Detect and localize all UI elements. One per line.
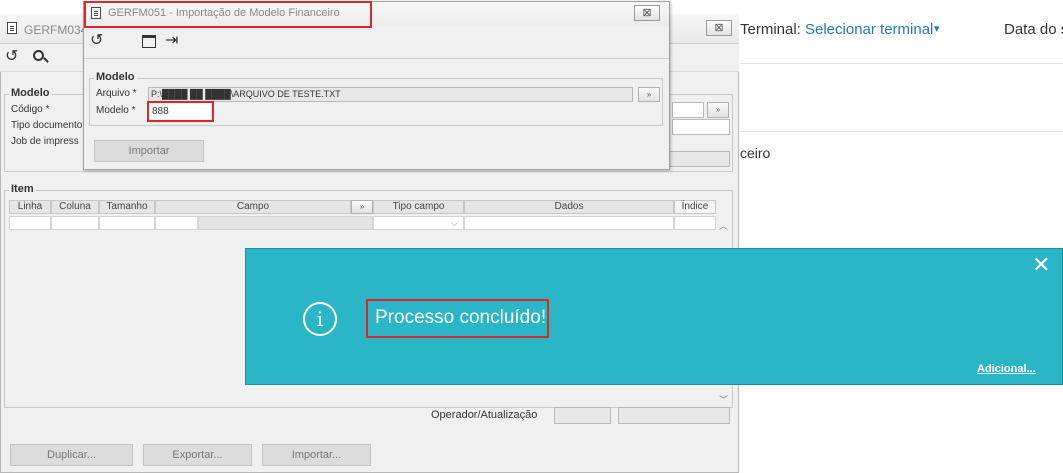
close-icon[interactable]: ✕ [1032,252,1050,278]
cell-dados[interactable] [464,216,674,230]
arquivo-lookup-button[interactable]: » [638,87,660,102]
search-icon[interactable] [33,50,44,61]
chevron-down-icon[interactable]: ⌵ [451,218,458,229]
title-highlight [84,1,372,28]
gerfm034-close-button[interactable]: ⊠ [706,20,732,36]
column-header-campo[interactable]: Campo [155,200,351,214]
info-icon: i [303,302,337,336]
importar-back-button[interactable]: Importar... [262,444,371,466]
exit-icon[interactable]: ⇥ [165,30,178,50]
column-header-coluna[interactable]: Coluna [51,200,99,214]
codigo-label: Código * [11,104,50,115]
select-terminal-link[interactable]: Selecionar terminal [805,21,933,38]
tipo-documento-label: Tipo documento [11,120,83,131]
item-group-label: Item [9,183,36,195]
column-header-tipo-campo[interactable]: Tipo campo [373,200,464,214]
column-header-tamanho[interactable]: Tamanho [99,200,155,214]
modelo-label: Modelo * [96,105,136,116]
divider [84,58,669,59]
codigo-lookup-button[interactable]: » [707,102,729,118]
calendar-icon[interactable] [142,35,156,48]
cell-linha[interactable] [9,216,51,230]
scroll-down-icon[interactable]: ﹀ [719,393,728,406]
column-header-dados[interactable]: Dados [464,200,674,214]
codigo-field[interactable] [672,102,704,118]
cell-indice[interactable] [674,216,716,230]
operador-atualizacao-label: Operador/Atualização [431,409,538,421]
duplicar-button[interactable]: Duplicar... [10,444,133,466]
operador-field [554,407,611,424]
chevron-down-icon[interactable]: ▾ [934,22,940,35]
message-highlight [366,299,549,338]
gerfm051-close-button[interactable]: ⊠ [634,5,660,21]
refresh-icon[interactable]: ↺ [5,46,18,66]
modelo-group-label: Modelo [9,87,52,99]
column-header-linha[interactable]: Linha [9,200,51,214]
gerfm034-title: GERFM034 [24,23,88,37]
tipo-documento-field[interactable] [672,119,730,135]
terminal-label: Terminal: [740,21,801,38]
cell-campo-code[interactable] [155,216,198,230]
page-breadcrumb-text: ceiro [740,145,771,161]
job-impressao-field [665,151,730,167]
cell-coluna[interactable] [51,216,99,230]
date-label: Data do s [1004,21,1063,38]
modelo-highlight [147,101,214,122]
cell-tamanho[interactable] [99,216,155,230]
arquivo-field: P:\████ ██ ████\ARQUIVO DE TESTE.TXT [148,87,633,102]
refresh-icon[interactable]: ↺ [90,30,103,50]
divider [740,131,1063,132]
arquivo-label: Arquivo * [96,88,137,99]
column-header-indice[interactable]: Índice [674,200,716,214]
cell-campo-desc [198,216,373,230]
job-impressao-label: Job de impress [11,136,79,147]
campo-lookup-button[interactable]: » [351,200,373,214]
atualizacao-field [618,407,730,424]
scroll-up-icon[interactable]: ︿ [719,219,728,232]
additional-info-link[interactable]: Adicional... [977,363,1036,375]
importar-button[interactable]: Importar [94,140,204,162]
dialog-modelo-group-label: Modelo [94,71,137,83]
document-icon [7,22,17,34]
exportar-button[interactable]: Exportar... [143,444,252,466]
